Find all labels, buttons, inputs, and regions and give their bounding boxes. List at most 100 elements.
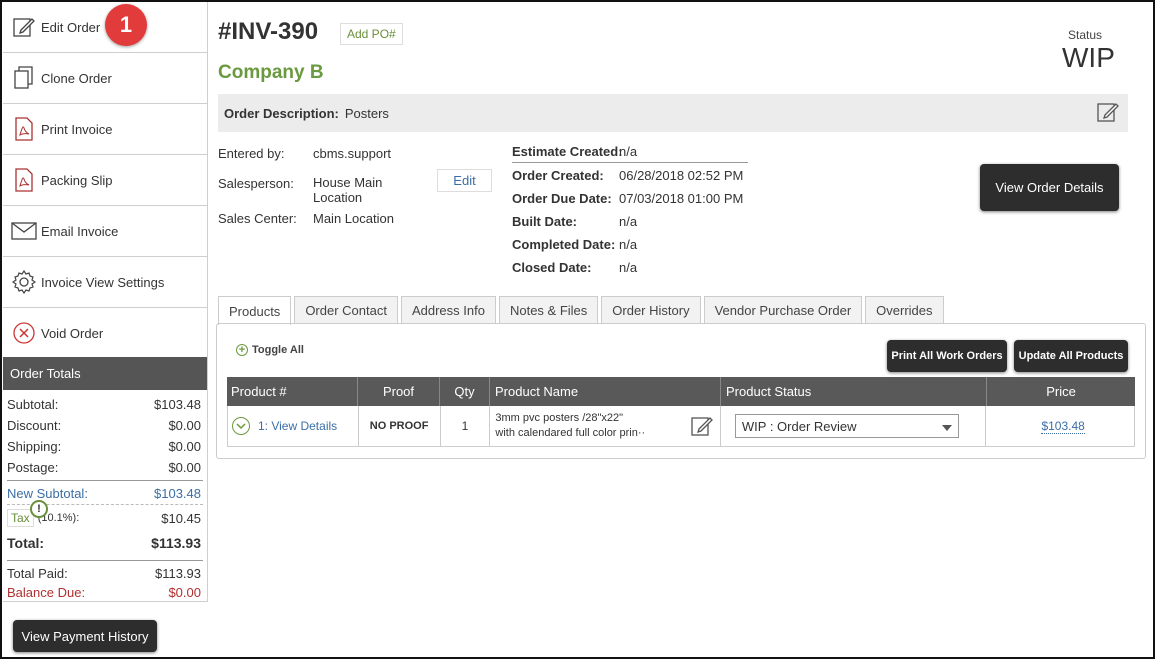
column-header: Price bbox=[1046, 384, 1076, 399]
products-table: Product # Proof Qty Product Name Product… bbox=[227, 377, 1135, 447]
toggle-all-button[interactable]: + Toggle All bbox=[236, 344, 304, 356]
order-created-label: Order Created: bbox=[512, 168, 604, 183]
info-icon: ! bbox=[30, 500, 48, 518]
balance-due-row: Balance Due: $0.00 bbox=[3, 583, 207, 601]
invoice-view-settings-button[interactable]: Invoice View Settings bbox=[3, 257, 208, 308]
edit-icon[interactable] bbox=[690, 414, 714, 443]
postage-row: Postage: $0.00 bbox=[3, 457, 207, 478]
subtotal-row: Subtotal: $103.48 bbox=[3, 394, 207, 415]
toggle-all-label: Toggle All bbox=[252, 344, 304, 356]
new-subtotal-label: New Subtotal: bbox=[7, 486, 88, 501]
balance-due-value: $0.00 bbox=[168, 584, 201, 600]
print-all-work-orders-button[interactable]: Print All Work Orders bbox=[887, 340, 1007, 372]
table-row: 1: View Details NO PROOF 1 3mm pvc poste… bbox=[227, 406, 1135, 447]
edit-icon bbox=[11, 13, 37, 41]
table-header: Product # Proof Qty Product Name Product… bbox=[227, 377, 1135, 406]
column-header: Qty bbox=[440, 377, 490, 406]
salesperson-value-line2: Location bbox=[313, 190, 363, 205]
tax-value: $10.45 bbox=[161, 510, 201, 526]
divider bbox=[512, 162, 748, 163]
tab-address-info[interactable]: Address Info bbox=[400, 296, 496, 324]
product-name-line1: 3mm pvc posters /28"x22" bbox=[495, 412, 624, 424]
sidebar-item-label: Invoice View Settings bbox=[41, 274, 165, 290]
pdf-icon bbox=[11, 166, 37, 194]
tab-bar: Products Order Contact Address Info Note… bbox=[218, 296, 947, 325]
pdf-icon bbox=[11, 115, 37, 143]
tab-products[interactable]: Products bbox=[218, 296, 292, 325]
void-icon bbox=[11, 319, 37, 347]
total-value: $113.93 bbox=[151, 535, 201, 551]
tab-order-history[interactable]: Order History bbox=[601, 296, 701, 324]
order-description-bar: Order Description: Posters bbox=[218, 94, 1128, 132]
built-date-label: Built Date: bbox=[512, 214, 577, 229]
discount-row: Discount: $0.00 bbox=[3, 415, 207, 436]
column-header: Proof bbox=[358, 377, 440, 406]
tax-label: Tax bbox=[11, 511, 30, 525]
total-paid-value: $113.93 bbox=[154, 565, 201, 581]
salesperson-label: Salesperson: bbox=[218, 176, 294, 191]
edit-icon[interactable] bbox=[1096, 100, 1120, 124]
column-header: Product # bbox=[227, 377, 358, 406]
balance-due-label: Balance Due: bbox=[7, 584, 86, 600]
entered-by-label: Entered by: bbox=[218, 146, 285, 161]
product-name-line2: with calendared full color prin·· bbox=[495, 427, 646, 439]
update-all-products-button[interactable]: Update All Products bbox=[1014, 340, 1128, 372]
tab-vendor-purchase-order[interactable]: Vendor Purchase Order bbox=[703, 296, 863, 324]
email-invoice-button[interactable]: Email Invoice bbox=[3, 206, 208, 257]
tax-link[interactable]: Tax! bbox=[7, 500, 48, 527]
postage-value: $0.00 bbox=[168, 460, 201, 475]
shipping-value: $0.00 bbox=[168, 439, 201, 454]
order-due-label: Order Due Date: bbox=[512, 191, 612, 206]
discount-label: Discount: bbox=[7, 418, 62, 433]
caret-down-icon bbox=[941, 419, 952, 434]
sidebar: Edit Order Clone Order Print Invoice Pac… bbox=[3, 2, 208, 359]
entered-by-value: cbms.support bbox=[313, 146, 392, 161]
estimate-created-value: n/a bbox=[619, 144, 638, 159]
salesperson-value-line1: House Main bbox=[313, 175, 383, 190]
print-invoice-button[interactable]: Print Invoice bbox=[3, 104, 208, 155]
step-badge: 1 bbox=[105, 4, 147, 46]
tab-order-contact[interactable]: Order Contact bbox=[294, 296, 398, 324]
order-totals: Order Totals Subtotal: $103.48 Discount: $… bbox=[3, 357, 208, 602]
packing-slip-button[interactable]: Packing Slip bbox=[3, 155, 208, 206]
clone-order-button[interactable]: Clone Order bbox=[3, 53, 208, 104]
completed-date-label: Completed Date: bbox=[512, 237, 616, 252]
invoice-number: #INV-390 bbox=[218, 18, 319, 45]
sales-center-label: Sales Center: bbox=[218, 211, 297, 226]
company-name: Company B bbox=[218, 62, 324, 83]
product-status-select[interactable]: WIP : Order Review bbox=[734, 414, 959, 438]
edit-salesperson-button[interactable]: Edit bbox=[437, 169, 492, 192]
void-order-button[interactable]: Void Order bbox=[3, 308, 208, 359]
column-header: Product Name bbox=[490, 377, 721, 406]
product-status-value: WIP : Order Review bbox=[741, 418, 857, 434]
price-link[interactable]: $103.48 bbox=[1041, 419, 1085, 434]
sidebar-item-label: Void Order bbox=[41, 325, 104, 341]
order-created-value: 06/28/2018 02:52 PM bbox=[619, 168, 744, 183]
sidebar-item-label: Edit Order bbox=[41, 19, 101, 35]
built-date-value: n/a bbox=[619, 214, 638, 229]
subtotal-value: $103.48 bbox=[154, 397, 201, 412]
gear-icon bbox=[11, 268, 37, 296]
plus-icon: + bbox=[236, 344, 248, 356]
proof-cell: NO PROOF bbox=[359, 406, 441, 446]
view-details-link[interactable]: 1: View Details bbox=[258, 419, 337, 433]
sales-center-value: Main Location bbox=[313, 211, 394, 226]
tax-row: Tax! (10.1%): $10.45 bbox=[3, 500, 207, 531]
chevron-down-icon[interactable] bbox=[232, 417, 250, 435]
add-po-button[interactable]: Add PO# bbox=[340, 23, 403, 45]
shipping-label: Shipping: bbox=[7, 439, 62, 454]
copy-icon bbox=[11, 64, 37, 92]
envelope-icon bbox=[11, 217, 37, 245]
total-paid-row: Total Paid: $113.93 bbox=[3, 563, 207, 583]
shipping-row: Shipping: $0.00 bbox=[3, 436, 207, 457]
discount-value: $0.00 bbox=[168, 418, 201, 433]
view-order-details-button[interactable]: View Order Details bbox=[980, 164, 1119, 211]
view-payment-history-button[interactable]: View Payment History bbox=[13, 620, 157, 652]
new-subtotal-value: $103.48 bbox=[154, 486, 201, 501]
tab-notes-files[interactable]: Notes & Files bbox=[498, 296, 599, 324]
total-row: Total: $113.93 bbox=[3, 531, 207, 555]
column-header: Product Status bbox=[721, 377, 987, 406]
tab-overrides[interactable]: Overrides bbox=[865, 296, 944, 324]
order-totals-header: Order Totals bbox=[3, 357, 207, 390]
order-due-value: 07/03/2018 01:00 PM bbox=[619, 191, 744, 206]
